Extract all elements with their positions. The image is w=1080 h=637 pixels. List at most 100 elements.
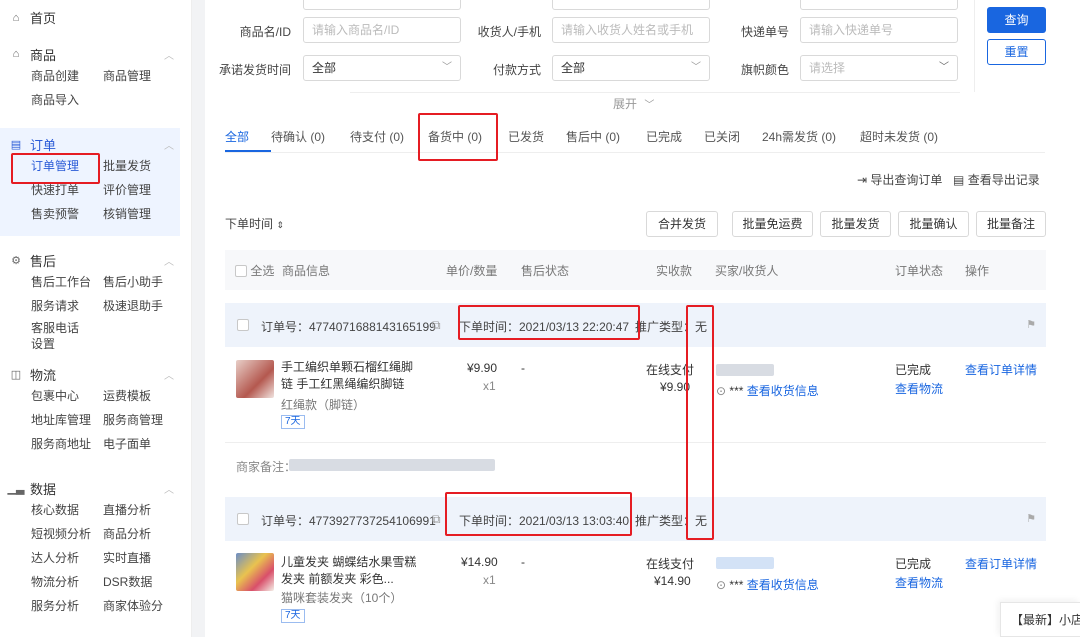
product-name[interactable]: 手工编织单颗石榴红绳脚链 手工红黑绳编织脚链 <box>281 359 421 393</box>
select-all-label: 全选 <box>250 264 275 278</box>
partial-input[interactable] <box>800 0 958 10</box>
view-receiver-link[interactable]: 查看收货信息 <box>747 384 819 398</box>
product-search-input[interactable]: 请输入商品名/ID <box>303 17 461 43</box>
quantity: x1 <box>483 379 496 393</box>
sidebar-item[interactable]: 商品管理 <box>103 66 183 86</box>
sidebar-item[interactable]: 服务分析 <box>31 596 103 616</box>
main-panel: 商品名/ID 请输入商品名/ID 收货人/手机 请输入收货人姓名或手机 快递单号… <box>205 0 1080 637</box>
sidebar-item[interactable]: 服务请求 <box>31 296 103 316</box>
sidebar-item[interactable]: 物流分析 <box>31 572 103 592</box>
batch-confirm-button[interactable]: 批量确认 <box>898 211 969 237</box>
sidebar-section-header[interactable]: ◫ 物流 ︿ <box>0 362 180 386</box>
sidebar-item[interactable]: 评价管理 <box>103 180 183 200</box>
sidebar-home[interactable]: ⌂ 首页 <box>10 8 56 27</box>
file-icon: ▤ <box>953 173 965 187</box>
receiver-search-input[interactable]: 请输入收货人姓名或手机 <box>552 17 710 43</box>
sidebar-item[interactable]: 服务商管理 <box>103 410 183 430</box>
flag-icon[interactable]: ⚑ <box>1026 512 1036 525</box>
buyer-name-blurred <box>716 557 774 569</box>
tab-to-pay[interactable]: 待支付 (0) <box>350 128 428 152</box>
order-status: 已完成 <box>895 363 932 377</box>
select-all[interactable]: 全选 <box>235 262 274 279</box>
tab-to-confirm[interactable]: 待确认 (0) <box>271 128 350 152</box>
sidebar-item[interactable]: 商家体验分 <box>103 596 183 616</box>
partial-input[interactable] <box>303 0 461 10</box>
product-thumbnail[interactable] <box>236 360 274 398</box>
promise-select[interactable]: 全部 ﹀ <box>303 55 461 81</box>
checkbox[interactable] <box>237 319 249 331</box>
flag-icon[interactable]: ⚑ <box>1026 318 1036 331</box>
sidebar-item[interactable]: 售卖预警 <box>31 204 103 224</box>
tab-completed[interactable]: 已完成 <box>646 128 704 152</box>
sidebar-item[interactable]: 达人分析 <box>31 548 103 568</box>
sidebar-item[interactable]: 商品导入 <box>31 90 103 110</box>
col-product: 商品信息 <box>282 264 331 278</box>
paid-amount: ¥14.90 <box>654 574 691 588</box>
sidebar-item[interactable]: 客服电话设置 <box>31 320 89 352</box>
sort-icon: ⇕ <box>276 220 284 230</box>
sidebar-item[interactable]: 极速退助手 <box>103 296 183 316</box>
product-sku: 猫咪套装发夹（10个） <box>281 591 403 605</box>
highlight-box <box>686 305 714 540</box>
sidebar-item[interactable]: 电子面单 <box>103 434 183 454</box>
sidebar-section-logistics: ◫ 物流 ︿ 包裹中心 运费模板 地址库管理 服务商管理 服务商地址 电子面单 <box>0 362 180 454</box>
express-search-input[interactable]: 请输入快递单号 <box>800 17 958 43</box>
sidebar-item[interactable]: 售后小助手 <box>103 272 183 292</box>
tab-24h-ship[interactable]: 24h需发货 (0) <box>762 128 860 152</box>
sidebar-item[interactable]: 商品分析 <box>103 524 183 544</box>
copy-icon[interactable]: ⧉ <box>432 512 441 527</box>
sidebar-item[interactable]: 服务商地址 <box>31 434 103 454</box>
view-logistics-link[interactable]: 查看物流 <box>895 380 943 397</box>
tab-closed[interactable]: 已关闭 <box>704 128 762 152</box>
sidebar-section-header[interactable]: ▁▃ 数据 ︿ <box>0 476 180 500</box>
query-button[interactable]: 查询 <box>987 7 1046 33</box>
expand-toggle[interactable]: 展开 ﹀ <box>613 95 654 112</box>
sort-by-order-time[interactable]: 下单时间 ⇕ <box>225 215 284 232</box>
sidebar-item[interactable]: 直播分析 <box>103 500 183 520</box>
return-tag: 7天 <box>281 609 305 623</box>
tab-shipped[interactable]: 已发货 <box>508 128 566 152</box>
checkbox[interactable] <box>237 513 249 525</box>
sidebar-item[interactable]: 商品创建 <box>31 66 103 86</box>
pay-label: 付款方式 <box>492 63 541 77</box>
export-query-link[interactable]: ⇥ 导出查询订单 <box>857 171 942 188</box>
tab-aftersale[interactable]: 售后中 (0) <box>566 128 646 152</box>
buyer-receiver: ⊙ *** 查看收货信息 <box>716 382 819 399</box>
sidebar-item[interactable]: 地址库管理 <box>31 410 103 430</box>
truck-icon: ◫ <box>10 368 22 381</box>
sidebar-section-header[interactable]: ⚙ 售后 ︿ <box>0 248 180 272</box>
sidebar-item[interactable]: DSR数据 <box>103 572 183 592</box>
partial-input[interactable] <box>552 0 710 10</box>
view-logistics-link[interactable]: 查看物流 <box>895 574 943 591</box>
pay-method-select[interactable]: 全部 ﹀ <box>552 55 710 81</box>
sidebar-item[interactable]: 短视频分析 <box>31 524 103 544</box>
sidebar-item[interactable]: 包裹中心 <box>31 386 103 406</box>
latest-notice[interactable]: 【最新】小店帮 <box>1000 602 1080 637</box>
view-receiver-link[interactable]: 查看收货信息 <box>747 578 819 592</box>
tab-overdue[interactable]: 超时未发货 (0) <box>860 128 950 152</box>
batch-ship-button[interactable]: 批量发货 <box>820 211 891 237</box>
sidebar-item[interactable]: 运费模板 <box>103 386 183 406</box>
export-icon: ⇥ <box>857 173 868 187</box>
tab-all[interactable]: 全部 <box>225 128 271 152</box>
reset-button[interactable]: 重置 <box>987 39 1046 65</box>
view-order-detail-link[interactable]: 查看订单详情 <box>965 555 1037 572</box>
sidebar-item[interactable]: 核销管理 <box>103 204 183 224</box>
product-thumbnail[interactable] <box>236 553 274 591</box>
merge-ship-button[interactable]: 合并发货 <box>646 211 718 237</box>
view-export-records-link[interactable]: ▤ 查看导出记录 <box>953 171 1040 188</box>
product-name[interactable]: 儿童发夹 蝴蝶结水果雪糕发夹 前额发夹 彩色... <box>281 554 421 588</box>
sidebar-item[interactable]: 售后工作台 <box>31 272 103 292</box>
checkbox[interactable] <box>235 265 247 277</box>
sidebar-item[interactable]: 核心数据 <box>31 500 103 520</box>
copy-icon[interactable]: ⧉ <box>432 318 441 333</box>
aftersale-status: - <box>521 555 525 569</box>
sidebar-item[interactable]: 批量发货 <box>103 156 183 176</box>
batch-free-shipping-button[interactable]: 批量免运费 <box>732 211 813 237</box>
flag-label: 旗帜颜色 <box>740 63 789 77</box>
flag-color-select[interactable]: 请选择 ﹀ <box>800 55 958 81</box>
batch-remark-button[interactable]: 批量备注 <box>976 211 1046 237</box>
sidebar-item[interactable]: 实时直播 <box>103 548 183 568</box>
view-order-detail-link[interactable]: 查看订单详情 <box>965 361 1037 378</box>
sidebar-section-header[interactable]: ⌂ 商品 ︿ <box>0 42 180 66</box>
